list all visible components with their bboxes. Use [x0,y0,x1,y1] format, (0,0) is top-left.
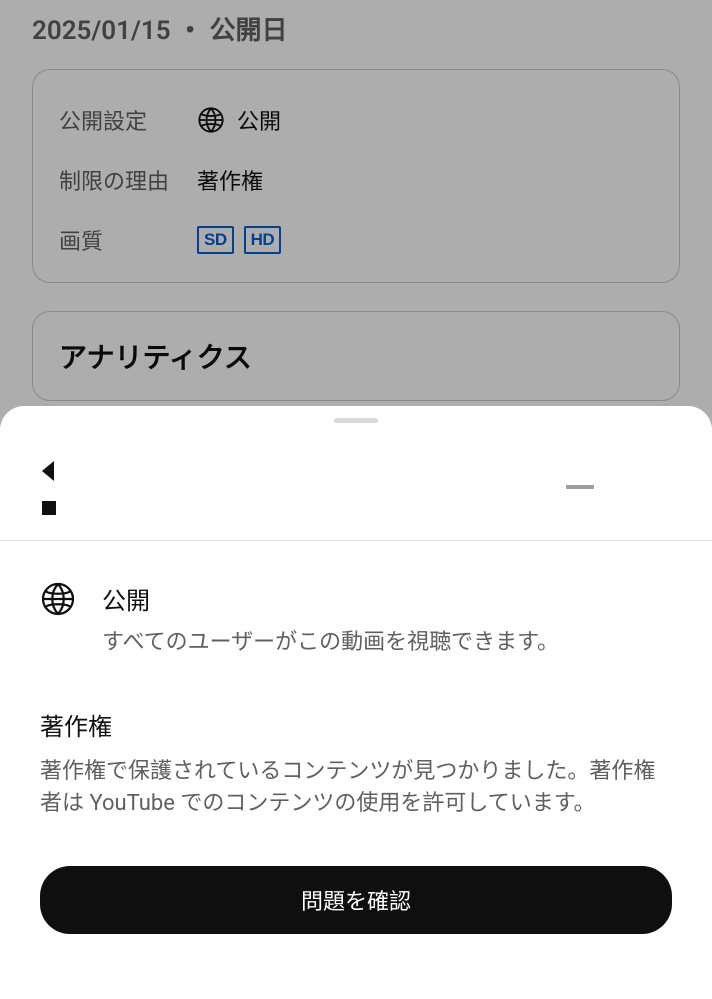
sheet-content: 公開 すべてのユーザーがこの動画を視聴できます。 著作権 著作権で保護されている… [0,541,712,866]
sheet-copyright-title: 著作権 [40,707,672,742]
header-fragment-line [566,485,594,489]
sheet-visibility-title: 公開 [102,581,672,616]
sheet-copyright-section: 著作権 著作権で保護されているコンテンツが見つかりました。著作権者は YouTu… [40,707,672,820]
back-icon[interactable] [42,461,54,481]
review-issue-button[interactable]: 問題を確認 [40,866,672,934]
globe-icon [40,581,76,617]
header-fragment-icon [42,501,56,515]
sheet-copyright-description: 著作権で保護されているコンテンツが見つかりました。著作権者は YouTube で… [40,756,672,820]
sheet-visibility-section: 公開 すべてのユーザーがこの動画を視聴できます。 [40,581,672,659]
bottom-sheet: 公開 すべてのユーザーがこの動画を視聴できます。 著作権 著作権で保護されている… [0,406,712,999]
sheet-visibility-description: すべてのユーザーがこの動画を視聴できます。 [102,626,672,659]
sheet-header [0,423,712,541]
